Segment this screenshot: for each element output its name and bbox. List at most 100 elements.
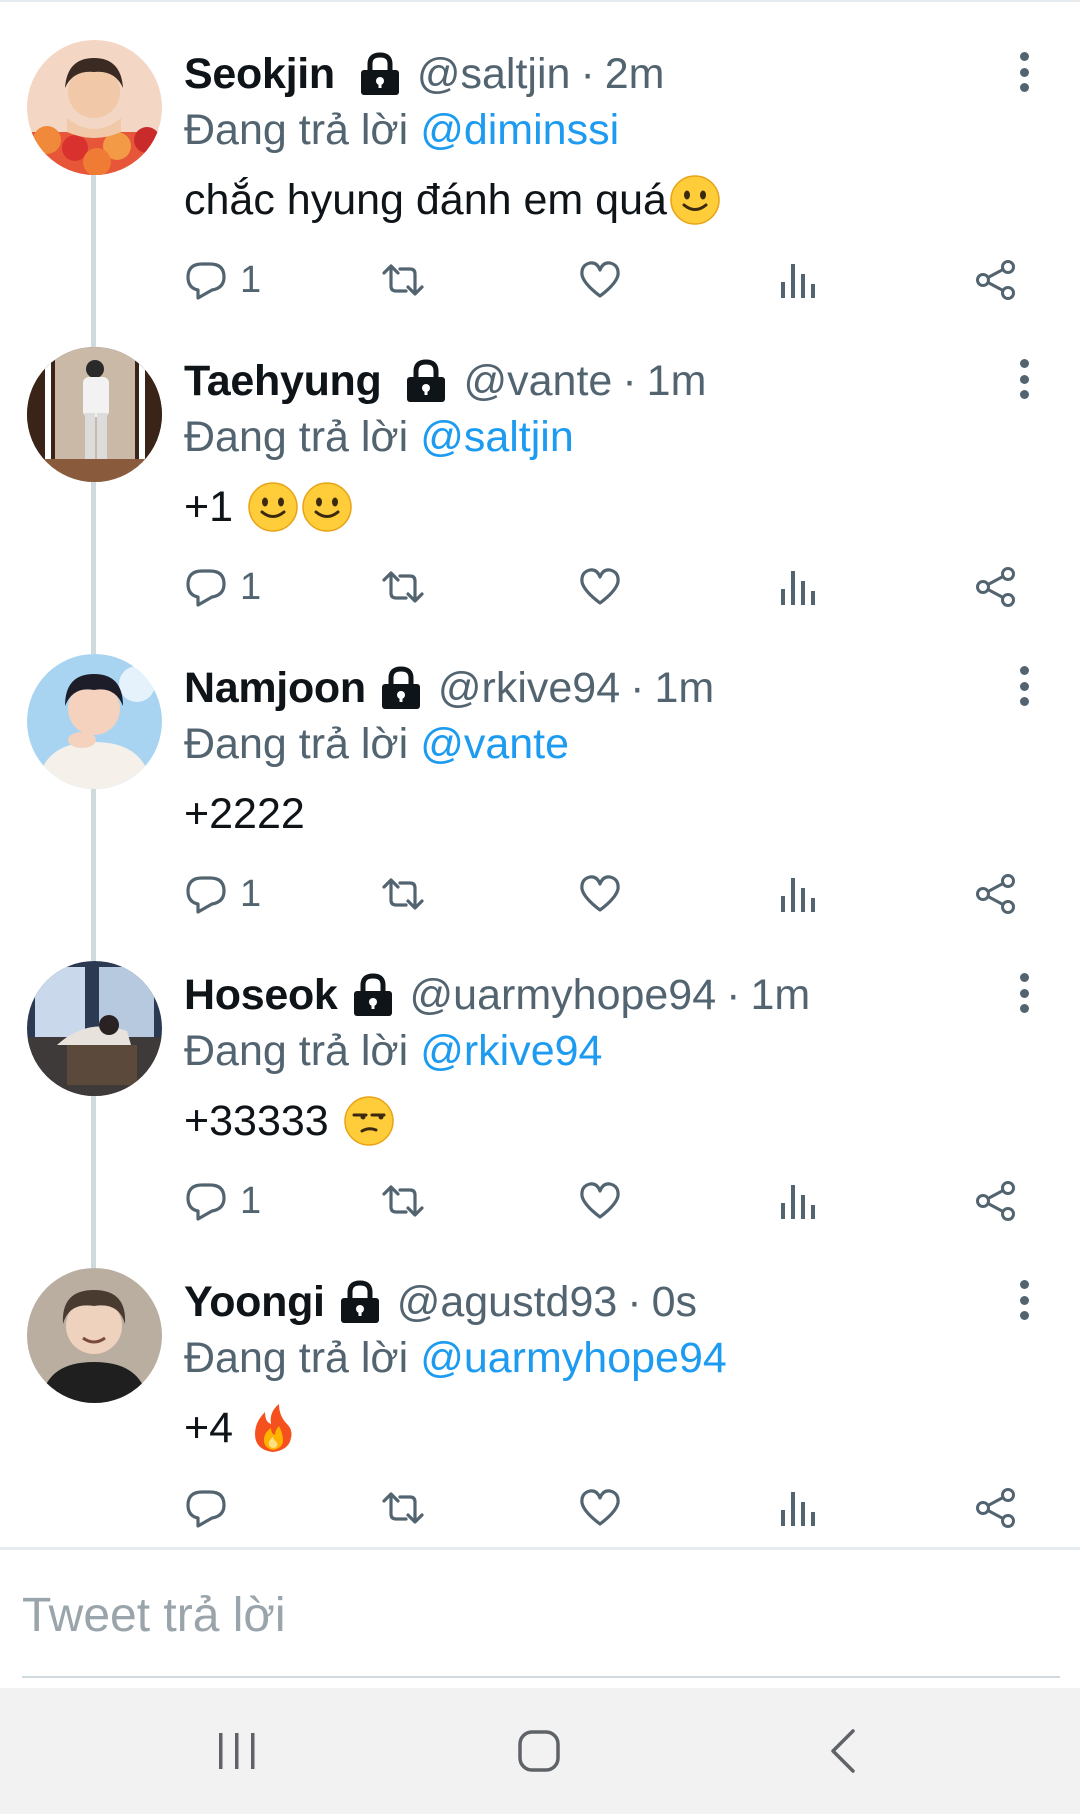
replying-to: Đang trả lời @rkive94 (184, 1023, 602, 1079)
avatar[interactable] (27, 347, 162, 482)
user-handle[interactable]: @uarmyhope94 (410, 971, 717, 1020)
slightly-smiling-face-emoji (301, 481, 353, 533)
home-button[interactable] (469, 1688, 609, 1814)
reply-button[interactable]: 1 (184, 1173, 261, 1229)
retweet-button[interactable] (381, 252, 425, 308)
replying-to-label: Đang trả lời (184, 1333, 409, 1382)
reply-button[interactable]: 1 (184, 252, 261, 308)
tweet-body: +2222 (184, 789, 305, 838)
retweet-button[interactable] (381, 1480, 425, 1536)
tweet-body: chắc hyung đánh em quá (184, 175, 667, 224)
user-handle[interactable]: @agustd93 (397, 1278, 618, 1327)
separator-dot: · (726, 970, 741, 1019)
replying-to: Đang trả lời @uarmyhope94 (184, 1330, 727, 1386)
display-name[interactable]: Hoseok (184, 971, 338, 1020)
share-icon (976, 567, 1015, 607)
analytics-icon (781, 1185, 815, 1219)
like-button[interactable] (578, 1480, 622, 1536)
reply-icon (186, 569, 226, 607)
share-button[interactable] (974, 1173, 1018, 1229)
display-name[interactable]: Taehyung (184, 357, 382, 406)
heart-icon (580, 568, 620, 605)
tweet[interactable]: Taehyung @vante · 1m Đang trả lời @saltj… (0, 307, 1080, 614)
timestamp: 0s (651, 1277, 698, 1326)
share-icon (976, 1488, 1015, 1528)
tweet[interactable]: Yoongi @agustd93 · 0s Đang trả lời @uarm… (0, 1228, 1080, 1535)
retweet-button[interactable] (381, 559, 425, 615)
more-vertical-icon[interactable] (1006, 664, 1042, 708)
tweet-header: Namjoon @rkive94 · 1m (184, 660, 714, 716)
analytics-icon (781, 878, 815, 912)
more-vertical-icon[interactable] (1006, 357, 1042, 401)
more-vertical-icon[interactable] (1006, 1278, 1042, 1322)
avatar[interactable] (27, 961, 162, 1096)
mention-link[interactable]: @uarmyhope94 (420, 1334, 727, 1383)
share-button[interactable] (974, 252, 1018, 308)
share-button[interactable] (974, 866, 1018, 922)
recent-apps-icon (219, 1733, 255, 1769)
separator-dot: · (630, 663, 645, 712)
display-name[interactable]: Yoongi (184, 1278, 325, 1327)
separator-dot: · (627, 1277, 642, 1326)
heart-icon (580, 1489, 620, 1526)
reply-button[interactable]: 1 (184, 559, 261, 615)
like-button[interactable] (578, 559, 622, 615)
user-handle[interactable]: @saltjin (417, 50, 571, 99)
back-button[interactable] (773, 1688, 913, 1814)
tweet-header: Hoseok @uarmyhope94 · 1m (184, 967, 810, 1023)
mention-link[interactable]: @rkive94 (420, 1027, 602, 1076)
reply-count: 1 (240, 1179, 262, 1222)
retweet-button[interactable] (381, 1173, 425, 1229)
tweet-text: +4 (184, 1398, 299, 1458)
tweet[interactable]: Namjoon @rkive94 · 1m Đang trả lời @vant… (0, 614, 1080, 921)
share-icon (976, 1181, 1015, 1221)
views-button[interactable] (776, 252, 820, 308)
retweet-icon (382, 1185, 424, 1217)
tweet-header: Seokjin @saltjin · 2m (184, 46, 665, 102)
reply-icon (186, 1490, 226, 1528)
reply-button[interactable]: 1 (184, 866, 261, 922)
views-button[interactable] (776, 559, 820, 615)
tweet-actions: 1 (0, 252, 1080, 308)
more-vertical-icon[interactable] (1006, 50, 1042, 94)
fire-emoji (247, 1402, 299, 1454)
replying-to: Đang trả lời @vante (184, 716, 569, 772)
recent-apps-button[interactable] (167, 1688, 307, 1814)
replying-to-label: Đang trả lời (184, 105, 409, 154)
display-name[interactable]: Seokjin (184, 50, 335, 99)
separator-dot: · (580, 49, 595, 98)
mention-link[interactable]: @saltjin (420, 413, 574, 462)
reply-count: 1 (240, 565, 262, 608)
replying-to: Đang trả lời @saltjin (184, 409, 574, 465)
mention-link[interactable]: @diminssi (420, 106, 619, 155)
avatar-seokjin (27, 40, 162, 175)
share-button[interactable] (974, 559, 1018, 615)
like-button[interactable] (578, 252, 622, 308)
retweet-button[interactable] (381, 866, 425, 922)
reply-button[interactable] (184, 1480, 240, 1536)
mention-link[interactable]: @vante (420, 720, 569, 769)
user-handle[interactable]: @rkive94 (438, 664, 620, 713)
more-vertical-icon[interactable] (1006, 971, 1042, 1015)
like-button[interactable] (578, 866, 622, 922)
avatar[interactable] (27, 1268, 162, 1403)
avatar-namjoon (27, 654, 162, 789)
tweet[interactable]: Hoseok @uarmyhope94 · 1m Đang trả lời @r… (0, 921, 1080, 1228)
lock-icon (337, 1280, 383, 1324)
views-button[interactable] (776, 866, 820, 922)
views-button[interactable] (776, 1480, 820, 1536)
timestamp: 1m (750, 970, 811, 1019)
avatar[interactable] (27, 40, 162, 175)
share-button[interactable] (974, 1480, 1018, 1536)
views-button[interactable] (776, 1173, 820, 1229)
tweet[interactable]: Seokjin @saltjin · 2m Đang trả lời @dimi… (0, 0, 1080, 307)
user-handle[interactable]: @vante (463, 357, 612, 406)
tweet-actions: 1 (0, 866, 1080, 922)
tweet-body: +4 (184, 1403, 245, 1452)
avatar[interactable] (27, 654, 162, 789)
like-button[interactable] (578, 1173, 622, 1229)
reply-tweet-input[interactable] (22, 1580, 1052, 1650)
slightly-smiling-face-emoji (247, 481, 299, 533)
display-name[interactable]: Namjoon (184, 664, 366, 713)
retweet-icon (382, 878, 424, 910)
